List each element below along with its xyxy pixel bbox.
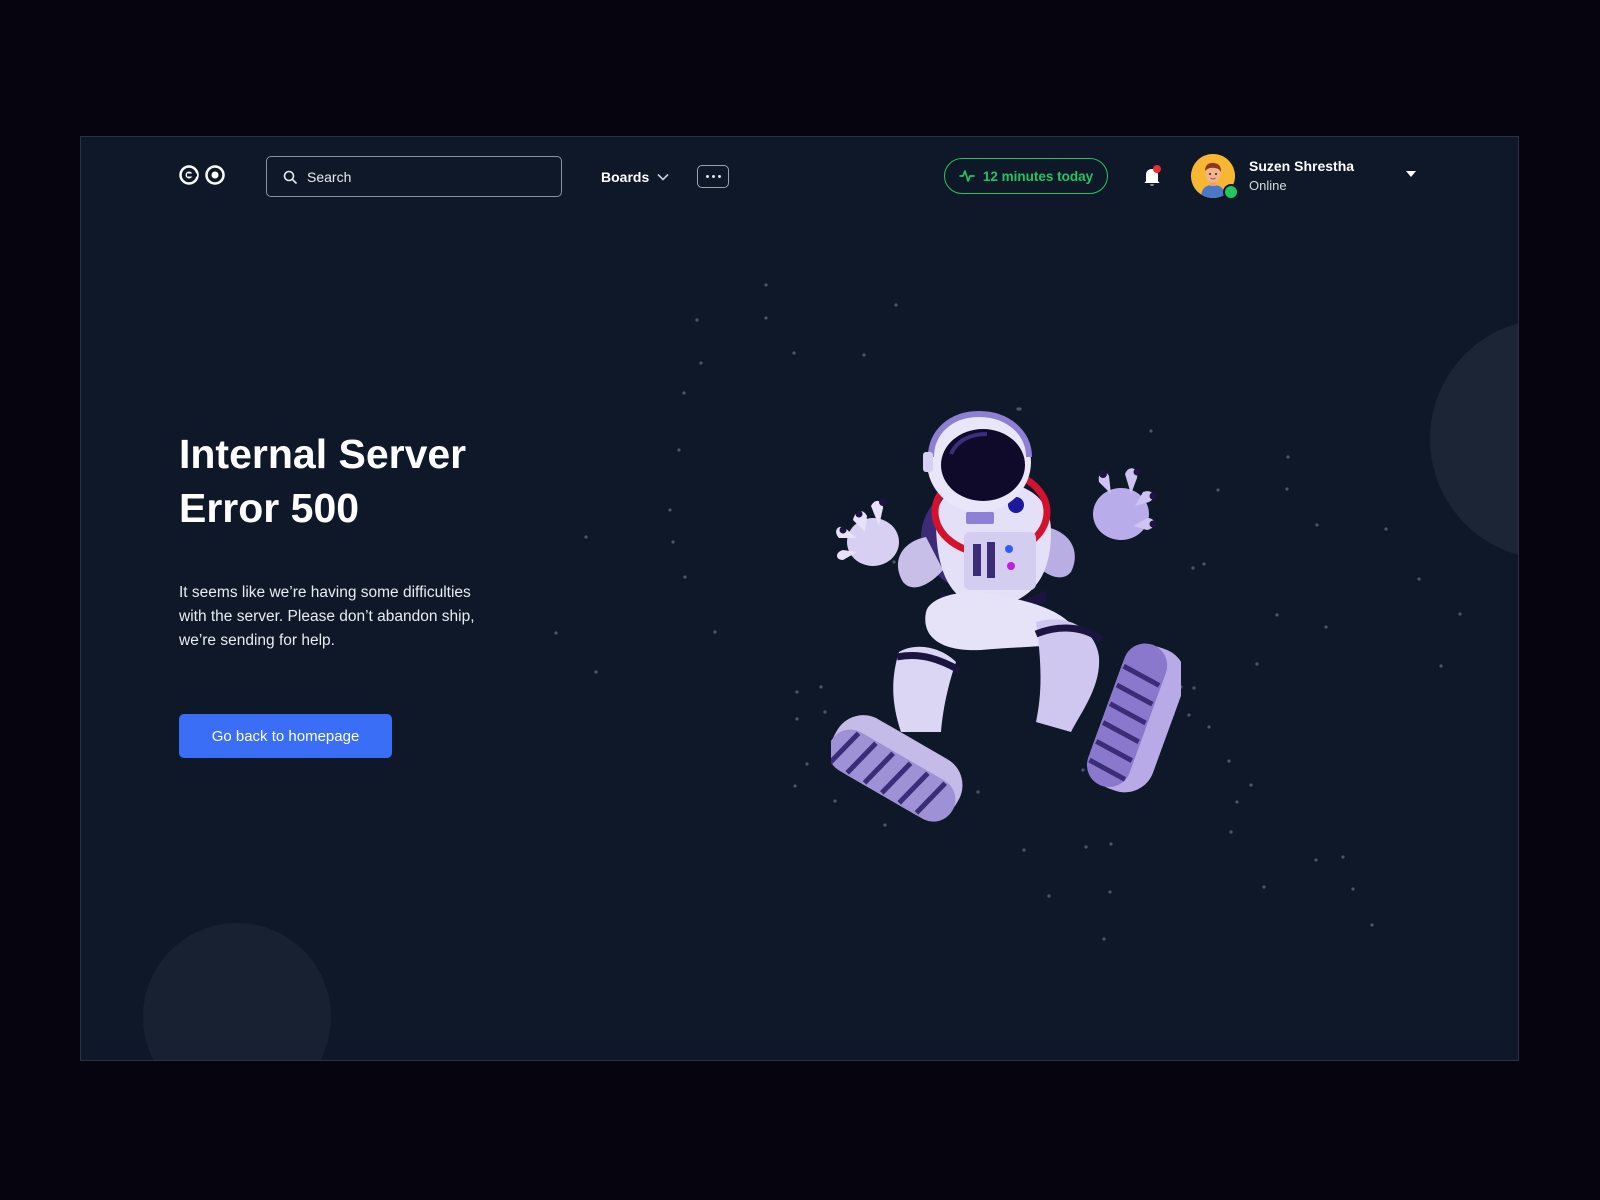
activity-pulse-icon xyxy=(959,170,975,182)
star xyxy=(1314,858,1318,862)
star xyxy=(713,630,717,634)
star xyxy=(1216,488,1220,492)
star xyxy=(1439,664,1443,668)
star xyxy=(1191,566,1195,570)
boards-menu[interactable]: Boards xyxy=(601,165,669,189)
title-line-2: Error 500 xyxy=(179,485,360,531)
star xyxy=(894,303,898,307)
star xyxy=(594,670,598,674)
user-menu-caret-icon[interactable] xyxy=(1406,171,1416,177)
star xyxy=(1458,612,1462,616)
activity-time-label: 12 minutes today xyxy=(982,168,1094,184)
star xyxy=(1324,625,1328,629)
user-name[interactable]: Suzen Shrestha xyxy=(1249,158,1354,174)
star xyxy=(764,316,768,320)
star xyxy=(1192,686,1196,690)
app-window: Boards 12 minutes today Suzen Shrestha xyxy=(80,136,1519,1061)
star xyxy=(792,351,796,355)
title-line-1: Internal Server xyxy=(179,431,467,477)
star xyxy=(584,535,588,539)
star xyxy=(1202,562,1206,566)
star xyxy=(677,448,681,452)
online-status-indicator xyxy=(1223,184,1239,200)
star xyxy=(1227,759,1231,763)
star xyxy=(1249,783,1253,787)
star xyxy=(1285,487,1289,491)
star xyxy=(1286,455,1290,459)
star xyxy=(805,762,809,766)
star xyxy=(1262,885,1266,889)
star xyxy=(682,391,686,395)
star xyxy=(1187,713,1191,717)
star xyxy=(1255,662,1259,666)
activity-time-badge[interactable]: 12 minutes today xyxy=(944,158,1108,194)
star xyxy=(1384,527,1388,531)
astronaut-illustration xyxy=(831,410,1181,822)
star xyxy=(1235,800,1239,804)
star xyxy=(668,508,672,512)
notification-badge xyxy=(1153,165,1161,173)
star xyxy=(1229,830,1233,834)
ellipsis-icon xyxy=(705,175,709,178)
star xyxy=(1108,890,1112,894)
star xyxy=(1207,725,1211,729)
logo-icon[interactable] xyxy=(179,164,227,186)
star xyxy=(1351,887,1355,891)
star xyxy=(1417,577,1421,581)
star xyxy=(1315,523,1319,527)
star xyxy=(554,631,558,635)
star xyxy=(793,784,797,788)
star xyxy=(1102,937,1106,941)
star xyxy=(1047,894,1051,898)
go-home-button[interactable]: Go back to homepage xyxy=(179,714,392,758)
more-button[interactable] xyxy=(697,165,729,188)
star xyxy=(823,710,827,714)
star xyxy=(862,353,866,357)
bell-icon[interactable] xyxy=(1142,164,1162,188)
search-field[interactable] xyxy=(266,156,562,197)
star xyxy=(699,361,703,365)
star xyxy=(795,717,799,721)
star xyxy=(683,575,687,579)
star xyxy=(1341,855,1345,859)
star xyxy=(671,540,675,544)
star xyxy=(764,283,768,287)
star xyxy=(1275,613,1279,617)
search-input[interactable] xyxy=(307,168,527,185)
star xyxy=(695,318,699,322)
search-icon xyxy=(283,170,297,184)
star xyxy=(1370,923,1374,927)
page-title: Internal Server Error 500 xyxy=(179,427,599,535)
user-status: Online xyxy=(1249,178,1287,193)
star xyxy=(819,685,823,689)
boards-label: Boards xyxy=(601,169,650,185)
error-description: It seems like we’re having some difficul… xyxy=(179,584,475,649)
star xyxy=(795,690,799,694)
chevron-down-icon xyxy=(657,173,669,181)
